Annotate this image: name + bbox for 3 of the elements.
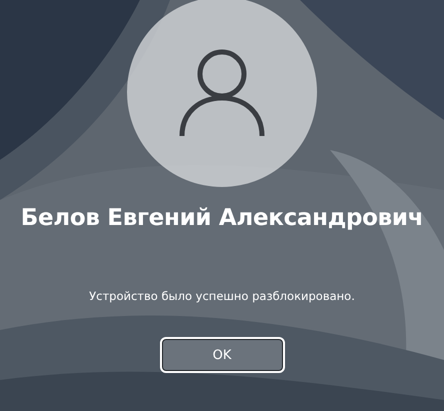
ok-button[interactable]: OK — [160, 337, 284, 373]
status-message: Устройство было успешно разблокировано. — [89, 289, 355, 303]
user-name: Белов Евгений Александрович — [20, 205, 424, 231]
